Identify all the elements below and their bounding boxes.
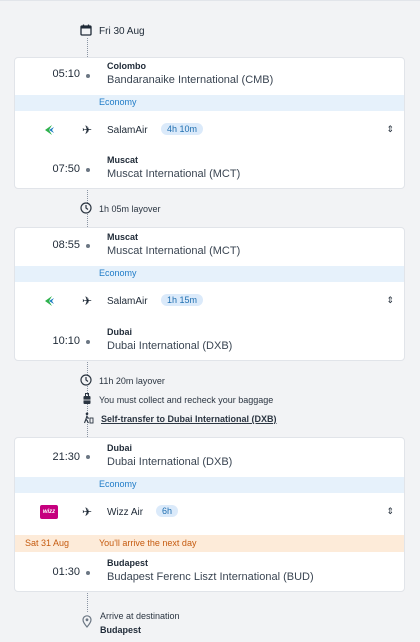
arrival-city: Muscat bbox=[107, 155, 139, 165]
self-transfer-link[interactable]: Self-transfer to Dubai International (DX… bbox=[82, 412, 277, 426]
timeline-dot bbox=[86, 455, 90, 459]
departure-airport: Dubai International (DXB) bbox=[107, 456, 233, 468]
plane-icon: ✈ bbox=[82, 505, 93, 519]
date-header: Fri 30 Aug bbox=[80, 24, 145, 39]
departure-airport: Muscat International (MCT) bbox=[107, 245, 241, 257]
flight-card-1: 05:10 Colombo Bandaranaike International… bbox=[14, 57, 405, 189]
layover-info: 11h 20m layover bbox=[80, 374, 165, 388]
calendar-icon bbox=[80, 24, 92, 39]
flight-details-toggle[interactable]: ✈ SalamAir 4h 10m ⇕ bbox=[15, 111, 404, 151]
arrival-airport: Budapest Ferenc Liszt International (BUD… bbox=[107, 571, 314, 583]
cabin-class: Economy bbox=[99, 479, 137, 489]
salamair-logo-icon bbox=[42, 123, 56, 137]
flight-details-toggle[interactable]: wizz ✈ Wizz Air 6h ⇕ bbox=[15, 493, 404, 533]
arrival-airport: Muscat International (MCT) bbox=[107, 168, 241, 180]
clock-icon bbox=[80, 374, 92, 388]
timeline-line bbox=[87, 590, 88, 612]
departure-city: Muscat bbox=[107, 232, 139, 242]
layover-duration: 11h 20m layover bbox=[99, 376, 165, 386]
flight-duration: 1h 15m bbox=[161, 294, 204, 306]
timeline-dot bbox=[86, 244, 90, 248]
departure-time: 21:30 bbox=[52, 451, 80, 463]
cabin-class-band: Economy bbox=[15, 266, 404, 282]
date-label: Fri 30 Aug bbox=[99, 26, 145, 37]
plane-icon: ✈ bbox=[82, 294, 93, 308]
walking-person-icon bbox=[82, 412, 94, 426]
self-transfer-text[interactable]: Self-transfer to Dubai International (DX… bbox=[101, 414, 277, 424]
layover-info: 1h 05m layover bbox=[80, 202, 161, 216]
baggage-text: You must collect and recheck your baggag… bbox=[99, 395, 274, 405]
arrival-row: 07:50 Muscat Muscat International (MCT) bbox=[15, 151, 404, 188]
flight-duration: 4h 10m bbox=[161, 123, 204, 135]
arrive-city: Budapest bbox=[100, 625, 142, 635]
departure-airport: Bandaranaike International (CMB) bbox=[107, 74, 274, 86]
arrival-time: 07:50 bbox=[52, 163, 80, 175]
departure-row: 21:30 Dubai Dubai International (DXB) bbox=[15, 438, 404, 476]
next-day-message: You'll arrive the next day bbox=[99, 538, 197, 548]
timeline-dot bbox=[86, 571, 90, 575]
arrival-city: Budapest bbox=[107, 558, 149, 568]
layover-duration: 1h 05m layover bbox=[99, 204, 161, 214]
flight-duration: 6h bbox=[156, 505, 179, 517]
flight-card-3: 21:30 Dubai Dubai International (DXB) Ec… bbox=[14, 437, 405, 592]
plane-icon: ✈ bbox=[82, 123, 93, 137]
baggage-note: You must collect and recheck your baggag… bbox=[82, 393, 273, 407]
timeline-dot bbox=[86, 74, 90, 78]
expand-icon[interactable]: ⇕ bbox=[386, 124, 394, 135]
arrival-city: Dubai bbox=[107, 327, 133, 337]
airline-name: Wizz Air bbox=[107, 507, 144, 518]
top-divider bbox=[0, 0, 420, 1]
departure-city: Colombo bbox=[107, 61, 146, 71]
wizz-air-logo-icon: wizz bbox=[40, 505, 58, 519]
arrival-row: 01:30 Budapest Budapest Ferenc Liszt Int… bbox=[15, 553, 404, 591]
arrival-time: 01:30 bbox=[52, 566, 80, 578]
departure-time: 05:10 bbox=[52, 68, 80, 80]
expand-icon[interactable]: ⇕ bbox=[386, 506, 394, 517]
timeline-dot bbox=[86, 168, 90, 172]
flight-card-2: 08:55 Muscat Muscat International (MCT) … bbox=[14, 227, 405, 361]
departure-row: 05:10 Colombo Bandaranaike International… bbox=[15, 58, 404, 94]
airline-name: SalamAir bbox=[107, 125, 148, 136]
arrival-time: 10:10 bbox=[52, 335, 80, 347]
cabin-class: Economy bbox=[99, 97, 137, 107]
timeline-dot bbox=[86, 340, 90, 344]
timeline-line bbox=[87, 38, 88, 57]
cabin-class-band: Economy bbox=[15, 477, 404, 493]
arrival-airport: Dubai International (DXB) bbox=[107, 340, 233, 352]
departure-row: 08:55 Muscat Muscat International (MCT) bbox=[15, 228, 404, 265]
baggage-icon bbox=[82, 393, 92, 407]
wizz-logo-text: wizz bbox=[42, 509, 56, 515]
airline-name: SalamAir bbox=[107, 296, 148, 307]
arrival-row: 10:10 Dubai Dubai International (DXB) bbox=[15, 322, 404, 360]
flight-details-toggle[interactable]: ✈ SalamAir 1h 15m ⇕ bbox=[15, 282, 404, 322]
arrive-label: Arrive at destination bbox=[100, 611, 180, 621]
next-day-date: Sat 31 Aug bbox=[25, 538, 70, 548]
expand-icon[interactable]: ⇕ bbox=[386, 295, 394, 306]
departure-time: 08:55 bbox=[52, 239, 80, 251]
next-day-warning: Sat 31 Aug You'll arrive the next day bbox=[15, 535, 404, 552]
cabin-class: Economy bbox=[99, 268, 137, 278]
salamair-logo-icon bbox=[42, 294, 56, 308]
departure-city: Dubai bbox=[107, 443, 133, 453]
location-pin-icon bbox=[82, 615, 92, 633]
cabin-class-band: Economy bbox=[15, 95, 404, 111]
clock-icon bbox=[80, 202, 92, 216]
